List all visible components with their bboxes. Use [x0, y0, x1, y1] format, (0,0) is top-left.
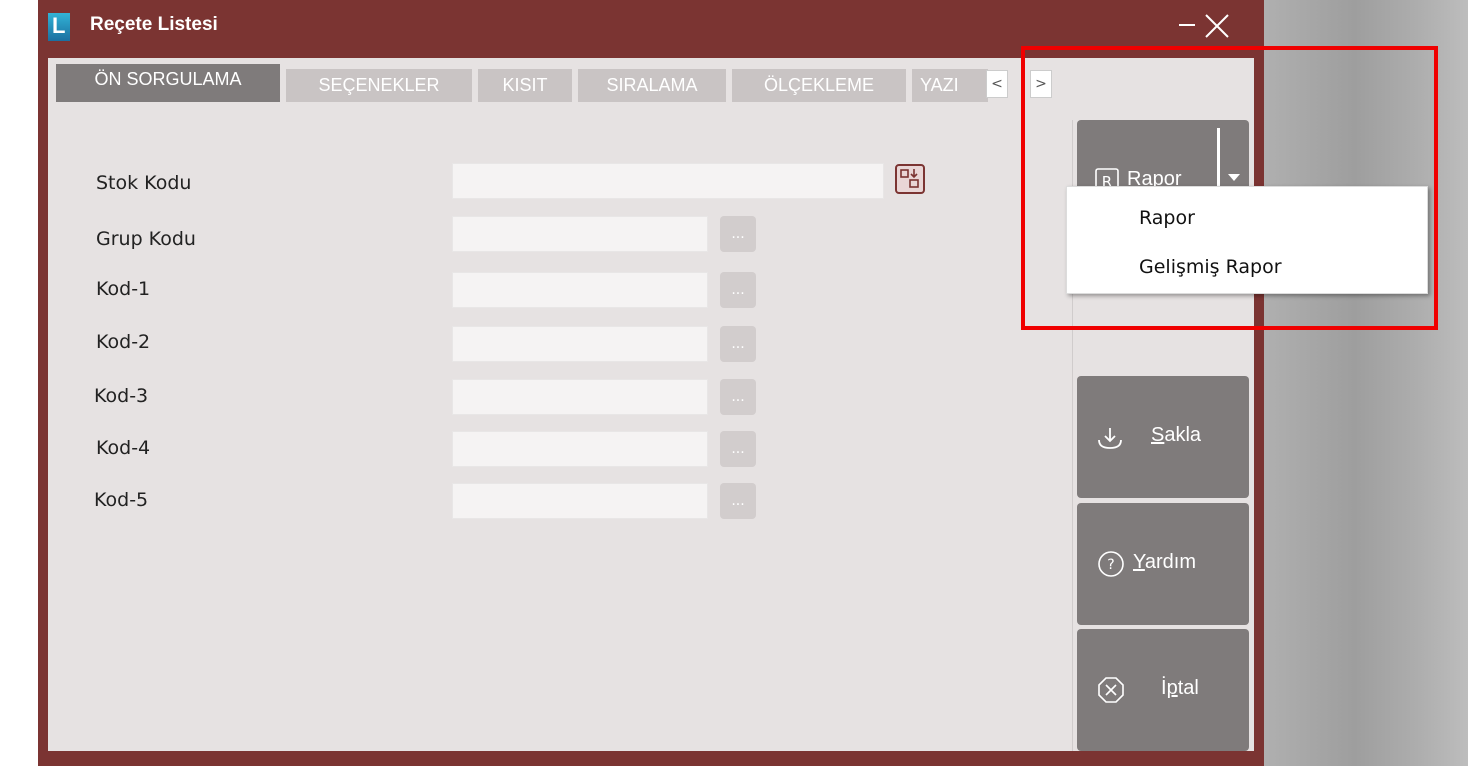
kod-1-input[interactable] — [452, 272, 708, 308]
cancel-icon — [1098, 677, 1124, 703]
title-bar: L Reçete Listesi — [38, 0, 1264, 58]
download-icon — [1098, 428, 1122, 449]
grup-kodu-input[interactable] — [452, 216, 708, 252]
close-icon[interactable] — [1203, 12, 1231, 40]
kod-4-lookup-button[interactable]: ... — [720, 431, 756, 467]
svg-text:?: ? — [1107, 557, 1114, 573]
yardim-label: Yardım — [1133, 551, 1196, 573]
menu-item-rapor[interactable]: Rapor — [1139, 207, 1195, 229]
window-title: Reçete Listesi — [90, 14, 218, 35]
tab-scroll-left-icon[interactable]: < — [986, 70, 1008, 98]
chevron-down-icon[interactable] — [1228, 174, 1240, 181]
kod-5-lookup-button[interactable]: ... — [720, 483, 756, 519]
tab-siralama[interactable]: SIRALAMA — [578, 69, 726, 102]
menu-item-gelismis-rapor[interactable]: Gelişmiş Rapor — [1139, 256, 1282, 278]
tab-yazi[interactable]: YAZI — [912, 69, 988, 102]
kod-3-lookup-button[interactable]: ... — [720, 379, 756, 415]
sakla-button[interactable]: Sakla — [1077, 376, 1249, 498]
label-stok-kodu: Stok Kodu — [96, 172, 192, 194]
help-icon: ? — [1098, 551, 1124, 577]
iptal-label: İptal — [1161, 677, 1199, 699]
label-kod-1: Kod-1 — [96, 278, 151, 300]
sakla-label: Sakla — [1151, 424, 1202, 446]
kod-1-lookup-button[interactable]: ... — [720, 272, 756, 308]
label-kod-2: Kod-2 — [96, 331, 151, 353]
tab-on-sorgulama[interactable]: ÖN SORGULAMA — [56, 64, 280, 102]
tab-scroll-right-icon[interactable]: > — [1030, 70, 1052, 98]
kod-2-input[interactable] — [452, 326, 708, 362]
tab-secenekler[interactable]: SEÇENEKLER — [286, 69, 472, 102]
desktop-background — [1262, 0, 1468, 766]
minimize-icon[interactable] — [1179, 24, 1195, 26]
tab-kisit[interactable]: KISIT — [478, 69, 572, 102]
dialog-content: ÖN SORGULAMA SEÇENEKLER KISIT SIRALAMA Ö… — [48, 58, 1254, 751]
kod-4-input[interactable] — [452, 431, 708, 467]
tab-olcekleme[interactable]: ÖLÇEKLEME — [732, 69, 906, 102]
kod-3-input[interactable] — [452, 379, 708, 415]
logo-letter: L — [52, 13, 66, 38]
kod-2-lookup-button[interactable]: ... — [720, 326, 756, 362]
report-dialog-window: L Reçete Listesi ÖN SORGULAMA SEÇENEKLER… — [38, 0, 1264, 766]
record-picker-icon[interactable] — [895, 164, 925, 194]
grup-kodu-lookup-button[interactable]: ... — [720, 216, 756, 252]
label-kod-4: Kod-4 — [96, 437, 151, 459]
app-logo-icon: L — [48, 13, 70, 41]
label-kod-3: Kod-3 — [94, 385, 149, 407]
label-kod-5: Kod-5 — [94, 489, 149, 511]
stok-kodu-input[interactable] — [452, 163, 884, 199]
yardim-button[interactable]: ? Yardım — [1077, 503, 1249, 625]
rapor-dropdown-menu: Rapor Gelişmiş Rapor — [1066, 186, 1428, 294]
kod-5-input[interactable] — [452, 483, 708, 519]
label-grup-kodu: Grup Kodu — [96, 228, 196, 250]
iptal-button[interactable]: İptal — [1077, 629, 1249, 751]
